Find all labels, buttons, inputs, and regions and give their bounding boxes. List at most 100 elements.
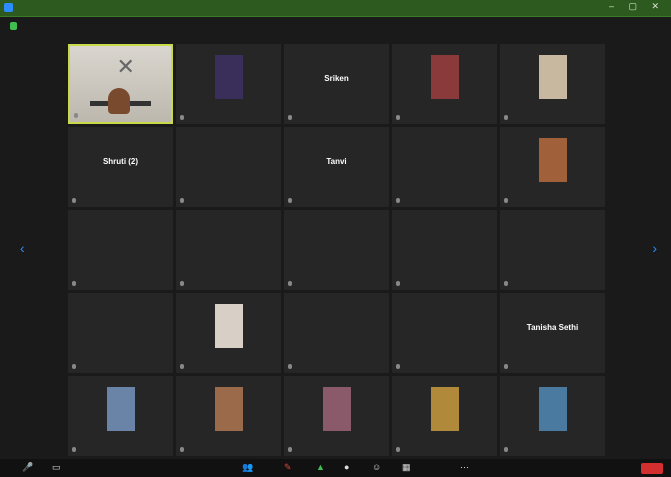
video-icon: ▭ bbox=[52, 462, 61, 472]
mic-muted-icon bbox=[180, 115, 184, 121]
participant-tile[interactable] bbox=[68, 293, 173, 373]
mic-muted-icon bbox=[180, 447, 184, 453]
participant-photo bbox=[538, 138, 567, 183]
mic-muted-icon bbox=[72, 364, 76, 370]
mute-button[interactable]: 🎤 bbox=[22, 462, 33, 473]
participant-caption bbox=[180, 447, 187, 453]
participant-caption bbox=[180, 198, 187, 204]
participant-caption bbox=[72, 447, 79, 453]
participant-tile[interactable] bbox=[176, 127, 281, 207]
participant-tile[interactable] bbox=[68, 376, 173, 456]
participant-caption bbox=[396, 364, 403, 370]
mic-muted-icon bbox=[396, 198, 400, 204]
mic-muted-icon bbox=[396, 115, 400, 121]
participant-tile[interactable] bbox=[500, 44, 605, 124]
participant-tile[interactable] bbox=[176, 44, 281, 124]
participant-tile[interactable]: ✕ bbox=[68, 44, 173, 124]
mic-muted-icon bbox=[288, 364, 292, 370]
participant-tile[interactable] bbox=[284, 293, 389, 373]
participant-caption bbox=[72, 198, 79, 204]
mic-muted-icon bbox=[288, 198, 292, 204]
mic-muted-icon bbox=[180, 198, 184, 204]
participant-tile[interactable] bbox=[392, 376, 497, 456]
participant-caption bbox=[72, 364, 79, 370]
participant-caption bbox=[288, 281, 295, 287]
participant-tile[interactable] bbox=[176, 210, 281, 290]
share-screen-icon: ▲ bbox=[316, 462, 325, 472]
participants-icon: 👥 bbox=[242, 462, 254, 472]
participant-tile[interactable] bbox=[500, 127, 605, 207]
mic-muted-icon bbox=[180, 364, 184, 370]
mic-muted-icon bbox=[504, 198, 508, 204]
share-screen-button[interactable]: ▲ bbox=[316, 462, 325, 472]
participant-tile[interactable] bbox=[68, 210, 173, 290]
mic-muted-icon bbox=[396, 447, 400, 453]
participant-photo bbox=[538, 387, 567, 432]
reactions-button[interactable]: ☺ bbox=[372, 462, 381, 472]
mic-muted-icon bbox=[72, 281, 76, 287]
participant-tile[interactable] bbox=[176, 293, 281, 373]
mic-muted-icon bbox=[396, 281, 400, 287]
participant-caption bbox=[180, 115, 187, 121]
participant-caption bbox=[288, 115, 295, 121]
participant-tile[interactable] bbox=[284, 376, 389, 456]
participant-caption bbox=[504, 115, 511, 121]
shield-icon[interactable] bbox=[10, 22, 17, 30]
mic-muted-icon bbox=[288, 115, 292, 121]
mic-muted-icon bbox=[180, 281, 184, 287]
participant-caption bbox=[288, 364, 295, 370]
participant-caption bbox=[74, 113, 81, 119]
person bbox=[108, 87, 131, 114]
participant-tile[interactable] bbox=[284, 210, 389, 290]
participant-tile[interactable] bbox=[392, 127, 497, 207]
participant-tile[interactable]: Shruti (2) bbox=[68, 127, 173, 207]
window-controls[interactable]: – ▢ ✕ bbox=[609, 1, 665, 12]
participant-caption bbox=[504, 364, 511, 370]
participant-tile[interactable] bbox=[392, 210, 497, 290]
participant-photo bbox=[214, 55, 243, 100]
mic-muted-icon bbox=[72, 198, 76, 204]
participant-caption bbox=[396, 115, 403, 121]
mic-muted-icon bbox=[504, 281, 508, 287]
participant-tile[interactable] bbox=[500, 210, 605, 290]
mute-icon: 🎤 bbox=[22, 462, 34, 472]
mic-muted-icon bbox=[396, 364, 400, 370]
participant-caption bbox=[396, 281, 403, 287]
participant-caption bbox=[72, 281, 79, 287]
participant-caption bbox=[180, 281, 187, 287]
chevron-left-icon[interactable]: ‹ bbox=[20, 240, 25, 256]
participant-tile[interactable] bbox=[392, 293, 497, 373]
participants-button[interactable]: 👥 bbox=[242, 462, 253, 473]
participant-tile[interactable] bbox=[500, 376, 605, 456]
participant-caption bbox=[504, 198, 511, 204]
zoom-logo-icon bbox=[4, 3, 13, 12]
chat-button[interactable]: ✎ bbox=[284, 462, 292, 473]
more-button[interactable]: ⋯ bbox=[460, 462, 469, 473]
mic-muted-icon bbox=[504, 447, 508, 453]
end-meeting-button[interactable] bbox=[641, 463, 663, 474]
participant-caption bbox=[396, 447, 403, 453]
chevron-right-icon[interactable]: › bbox=[652, 240, 657, 256]
video-feed: ✕ bbox=[70, 46, 171, 122]
record-icon: ● bbox=[344, 462, 350, 472]
participant-photo bbox=[322, 387, 351, 432]
participant-tile[interactable]: Tanisha Sethi bbox=[500, 293, 605, 373]
mic-muted-icon bbox=[72, 447, 76, 453]
ceiling-fan: ✕ bbox=[116, 53, 135, 79]
apps-icon: ▦ bbox=[402, 462, 411, 472]
participant-caption bbox=[504, 281, 511, 287]
participant-caption bbox=[504, 447, 511, 453]
apps-button[interactable]: ▦ bbox=[402, 462, 411, 473]
record-button[interactable]: ● bbox=[344, 462, 349, 472]
meeting-toolbar: 🎤 ▭ 👥 ✎ ▲ ● ☺ ▦ ⋯ bbox=[0, 459, 671, 477]
participant-photo bbox=[430, 55, 459, 100]
chat-icon: ✎ bbox=[284, 462, 292, 472]
more-icon: ⋯ bbox=[460, 462, 469, 472]
video-button[interactable]: ▭ bbox=[52, 462, 61, 473]
participant-tile[interactable] bbox=[176, 376, 281, 456]
mic-muted-icon bbox=[504, 115, 508, 121]
participant-tile[interactable]: Sriken bbox=[284, 44, 389, 124]
participant-tile[interactable]: Tanvi bbox=[284, 127, 389, 207]
participant-name: Sriken bbox=[324, 74, 349, 84]
participant-tile[interactable] bbox=[392, 44, 497, 124]
